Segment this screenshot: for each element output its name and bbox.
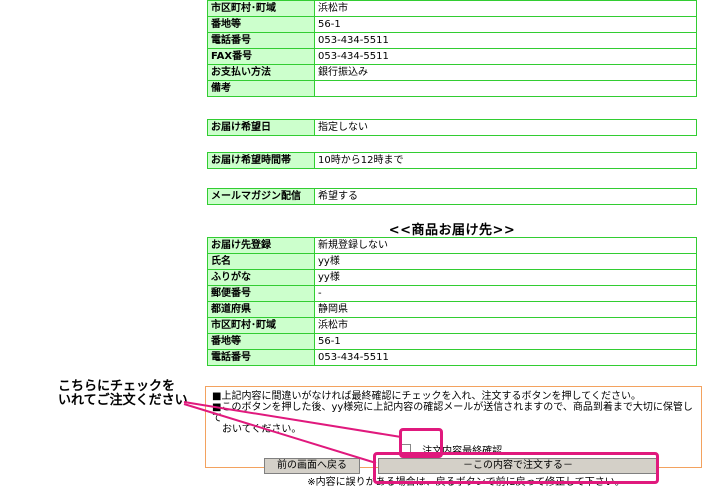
arrow-to-order-button bbox=[183, 403, 377, 464]
arrow-to-checkbox bbox=[183, 401, 402, 438]
annotation-arrows bbox=[183, 401, 402, 464]
